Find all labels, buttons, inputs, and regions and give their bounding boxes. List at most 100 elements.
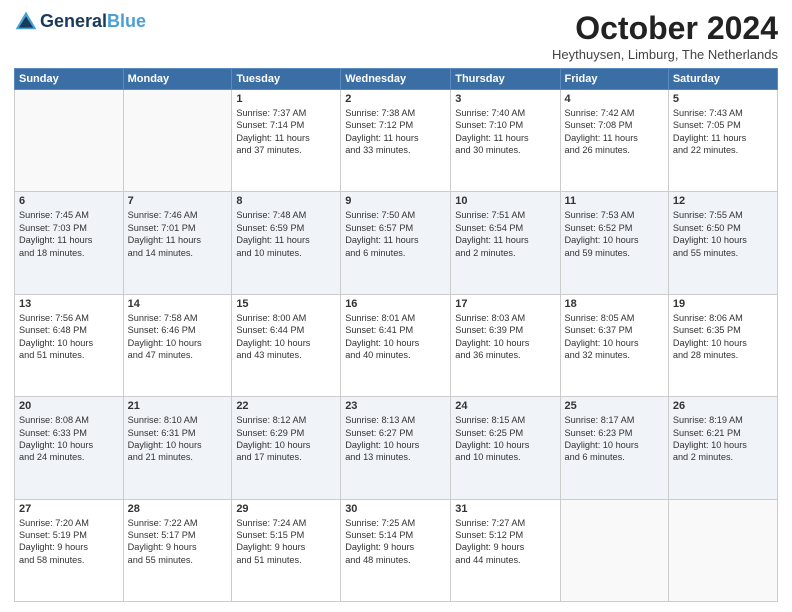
day-info: Sunrise: 7:27 AM Sunset: 5:12 PM Dayligh… — [455, 517, 555, 567]
day-number: 13 — [19, 298, 119, 310]
month-title: October 2024 — [552, 10, 778, 47]
weekday-header-sunday: Sunday — [15, 69, 124, 90]
day-number: 14 — [128, 298, 228, 310]
day-info: Sunrise: 8:05 AM Sunset: 6:37 PM Dayligh… — [565, 312, 664, 362]
calendar-cell: 6Sunrise: 7:45 AM Sunset: 7:03 PM Daylig… — [15, 192, 124, 294]
day-info: Sunrise: 7:51 AM Sunset: 6:54 PM Dayligh… — [455, 209, 555, 259]
calendar-week-row: 6Sunrise: 7:45 AM Sunset: 7:03 PM Daylig… — [15, 192, 778, 294]
day-number: 8 — [236, 195, 336, 207]
day-number: 18 — [565, 298, 664, 310]
day-info: Sunrise: 7:50 AM Sunset: 6:57 PM Dayligh… — [345, 209, 446, 259]
day-info: Sunrise: 7:42 AM Sunset: 7:08 PM Dayligh… — [565, 107, 664, 157]
day-number: 25 — [565, 400, 664, 412]
day-info: Sunrise: 8:08 AM Sunset: 6:33 PM Dayligh… — [19, 414, 119, 464]
day-number: 30 — [345, 503, 446, 515]
page: GeneralBlue October 2024 Heythuysen, Lim… — [0, 0, 792, 612]
calendar-cell: 5 Sunrise: 7:43 AM Sunset: 7:05 PM Daylig… — [668, 90, 777, 192]
day-info: Sunrise: 7:24 AM Sunset: 5:15 PM Dayligh… — [236, 517, 336, 567]
calendar-cell: 19 Sunrise: 8:06 AM Sunset: 6:35 PM Dayli… — [668, 294, 777, 396]
day-number: 19 — [673, 298, 773, 310]
calendar-cell — [15, 90, 124, 192]
calendar-cell: 11Sunrise: 7:53 AM Sunset: 6:52 PM Dayli… — [560, 192, 668, 294]
day-number: 12 — [673, 195, 773, 207]
day-info: Sunrise: 7:46 AM Sunset: 7:01 PM Dayligh… — [128, 209, 228, 259]
day-info: Sunrise: 7:55 AM Sunset: 6:50 PM Dayligh… — [673, 209, 773, 259]
calendar-cell — [560, 499, 668, 601]
title-block: October 2024 Heythuysen, Limburg, The Ne… — [552, 10, 778, 62]
day-number: 1 — [236, 93, 336, 105]
day-info: Sunrise: 7:43 AM Sunset: 7:05 PM Dayligh… — [673, 107, 773, 157]
calendar-cell: 18 Sunrise: 8:05 AM Sunset: 6:37 PM Dayli… — [560, 294, 668, 396]
calendar-cell — [668, 499, 777, 601]
day-number: 17 — [455, 298, 555, 310]
day-info: Sunrise: 7:40 AM Sunset: 7:10 PM Dayligh… — [455, 107, 555, 157]
calendar-cell: 13 Sunrise: 7:56 AM Sunset: 6:48 PM Dayli… — [15, 294, 124, 396]
logo-text: GeneralBlue — [40, 12, 146, 32]
day-number: 20 — [19, 400, 119, 412]
day-info: Sunrise: 8:12 AM Sunset: 6:29 PM Dayligh… — [236, 414, 336, 464]
calendar-cell: 7Sunrise: 7:46 AM Sunset: 7:01 PM Daylig… — [123, 192, 232, 294]
day-number: 3 — [455, 93, 555, 105]
day-info: Sunrise: 8:06 AM Sunset: 6:35 PM Dayligh… — [673, 312, 773, 362]
calendar-week-row: 1 Sunrise: 7:37 AM Sunset: 7:14 PM Daylig… — [15, 90, 778, 192]
day-info: Sunrise: 7:38 AM Sunset: 7:12 PM Dayligh… — [345, 107, 446, 157]
day-info: Sunrise: 7:48 AM Sunset: 6:59 PM Dayligh… — [236, 209, 336, 259]
location: Heythuysen, Limburg, The Netherlands — [552, 47, 778, 62]
weekday-header-thursday: Thursday — [451, 69, 560, 90]
calendar-cell: 25 Sunrise: 8:17 AM Sunset: 6:23 PM Dayli… — [560, 397, 668, 499]
calendar-cell: 24 Sunrise: 8:15 AM Sunset: 6:25 PM Dayli… — [451, 397, 560, 499]
day-info: Sunrise: 8:03 AM Sunset: 6:39 PM Dayligh… — [455, 312, 555, 362]
day-number: 29 — [236, 503, 336, 515]
calendar-cell: 2 Sunrise: 7:38 AM Sunset: 7:12 PM Daylig… — [341, 90, 451, 192]
day-number: 10 — [455, 195, 555, 207]
day-number: 24 — [455, 400, 555, 412]
calendar-cell — [123, 90, 232, 192]
day-info: Sunrise: 8:15 AM Sunset: 6:25 PM Dayligh… — [455, 414, 555, 464]
header: GeneralBlue October 2024 Heythuysen, Lim… — [14, 10, 778, 62]
calendar-cell: 14 Sunrise: 7:58 AM Sunset: 6:46 PM Dayli… — [123, 294, 232, 396]
day-info: Sunrise: 7:45 AM Sunset: 7:03 PM Dayligh… — [19, 209, 119, 259]
calendar-cell: 31 Sunrise: 7:27 AM Sunset: 5:12 PM Dayli… — [451, 499, 560, 601]
calendar-cell: 27 Sunrise: 7:20 AM Sunset: 5:19 PM Dayli… — [15, 499, 124, 601]
day-info: Sunrise: 7:58 AM Sunset: 6:46 PM Dayligh… — [128, 312, 228, 362]
calendar-week-row: 13 Sunrise: 7:56 AM Sunset: 6:48 PM Dayli… — [15, 294, 778, 396]
calendar-cell: 26Sunrise: 8:19 AM Sunset: 6:21 PM Dayli… — [668, 397, 777, 499]
day-number: 2 — [345, 93, 446, 105]
calendar-cell: 9 Sunrise: 7:50 AM Sunset: 6:57 PM Daylig… — [341, 192, 451, 294]
calendar-cell: 8 Sunrise: 7:48 AM Sunset: 6:59 PM Daylig… — [232, 192, 341, 294]
calendar-cell: 21Sunrise: 8:10 AM Sunset: 6:31 PM Dayli… — [123, 397, 232, 499]
calendar-cell: 12 Sunrise: 7:55 AM Sunset: 6:50 PM Dayli… — [668, 192, 777, 294]
day-number: 11 — [565, 195, 664, 207]
day-info: Sunrise: 7:56 AM Sunset: 6:48 PM Dayligh… — [19, 312, 119, 362]
day-info: Sunrise: 7:25 AM Sunset: 5:14 PM Dayligh… — [345, 517, 446, 567]
day-number: 31 — [455, 503, 555, 515]
weekday-header-friday: Friday — [560, 69, 668, 90]
calendar-cell: 1 Sunrise: 7:37 AM Sunset: 7:14 PM Daylig… — [232, 90, 341, 192]
day-number: 27 — [19, 503, 119, 515]
calendar-cell: 16 Sunrise: 8:01 AM Sunset: 6:41 PM Dayli… — [341, 294, 451, 396]
weekday-header-monday: Monday — [123, 69, 232, 90]
weekday-header-tuesday: Tuesday — [232, 69, 341, 90]
calendar-week-row: 27 Sunrise: 7:20 AM Sunset: 5:19 PM Dayli… — [15, 499, 778, 601]
day-info: Sunrise: 8:01 AM Sunset: 6:41 PM Dayligh… — [345, 312, 446, 362]
day-info: Sunrise: 7:20 AM Sunset: 5:19 PM Dayligh… — [19, 517, 119, 567]
day-info: Sunrise: 8:19 AM Sunset: 6:21 PM Dayligh… — [673, 414, 773, 464]
weekday-header-wednesday: Wednesday — [341, 69, 451, 90]
day-number: 28 — [128, 503, 228, 515]
day-number: 16 — [345, 298, 446, 310]
day-number: 15 — [236, 298, 336, 310]
day-number: 5 — [673, 93, 773, 105]
day-info: Sunrise: 8:13 AM Sunset: 6:27 PM Dayligh… — [345, 414, 446, 464]
day-info: Sunrise: 7:37 AM Sunset: 7:14 PM Dayligh… — [236, 107, 336, 157]
day-info: Sunrise: 8:10 AM Sunset: 6:31 PM Dayligh… — [128, 414, 228, 464]
calendar-cell: 30 Sunrise: 7:25 AM Sunset: 5:14 PM Dayli… — [341, 499, 451, 601]
calendar-cell: 20 Sunrise: 8:08 AM Sunset: 6:33 PM Dayli… — [15, 397, 124, 499]
calendar-cell: 17 Sunrise: 8:03 AM Sunset: 6:39 PM Dayli… — [451, 294, 560, 396]
day-number: 23 — [345, 400, 446, 412]
calendar-cell: 15 Sunrise: 8:00 AM Sunset: 6:44 PM Dayli… — [232, 294, 341, 396]
calendar-table: SundayMondayTuesdayWednesdayThursdayFrid… — [14, 68, 778, 602]
day-number: 9 — [345, 195, 446, 207]
day-info: Sunrise: 8:17 AM Sunset: 6:23 PM Dayligh… — [565, 414, 664, 464]
calendar-week-row: 20 Sunrise: 8:08 AM Sunset: 6:33 PM Dayli… — [15, 397, 778, 499]
day-info: Sunrise: 8:00 AM Sunset: 6:44 PM Dayligh… — [236, 312, 336, 362]
